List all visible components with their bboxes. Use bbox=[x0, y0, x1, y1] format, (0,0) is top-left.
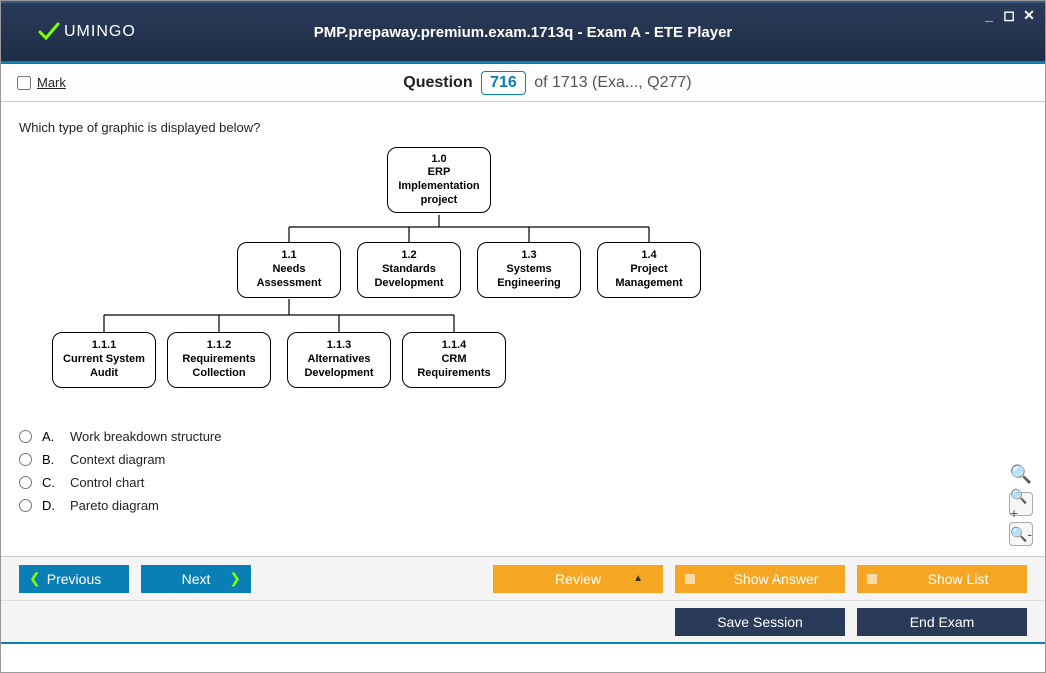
chevron-right-icon: ❯ bbox=[229, 570, 241, 587]
question-header: Mark Question 716 of 1713 (Exa..., Q277) bbox=[1, 64, 1045, 102]
node-1-1-3: 1.1.3 Alternatives Development bbox=[287, 332, 391, 388]
answer-option[interactable]: D. Pareto diagram bbox=[19, 494, 1027, 517]
question-word: Question bbox=[403, 74, 472, 91]
answer-text: Work breakdown structure bbox=[70, 429, 222, 444]
answer-option[interactable]: B. Context diagram bbox=[19, 448, 1027, 471]
brand-text: UMINGO bbox=[64, 23, 136, 41]
answer-radio-d[interactable] bbox=[19, 499, 32, 512]
answer-letter: C. bbox=[42, 475, 60, 490]
question-of: of 1713 (Exa..., Q277) bbox=[534, 74, 691, 91]
title-bar: UMINGO PMP.prepaway.premium.exam.1713q -… bbox=[1, 1, 1045, 61]
answer-letter: A. bbox=[42, 429, 60, 444]
answer-letter: D. bbox=[42, 498, 60, 513]
search-icon[interactable]: 🔍 bbox=[1009, 462, 1033, 486]
square-icon bbox=[867, 574, 877, 584]
wbs-diagram: 1.0 ERP Implementation project 1.1 Needs… bbox=[39, 147, 719, 407]
node-1-1-4: 1.1.4 CRM Requirements bbox=[402, 332, 506, 388]
answer-radio-a[interactable] bbox=[19, 430, 32, 443]
content-area: Which type of graphic is displayed below… bbox=[1, 102, 1045, 556]
footer-nav: ❮ Previous Next ❯ Review ▲ Show Answer S… bbox=[1, 556, 1045, 600]
review-button[interactable]: Review ▲ bbox=[493, 565, 663, 593]
answer-text: Context diagram bbox=[70, 452, 165, 467]
square-icon bbox=[685, 574, 695, 584]
save-session-button[interactable]: Save Session bbox=[675, 608, 845, 636]
triangle-up-icon: ▲ bbox=[633, 573, 643, 584]
brand-logo: UMINGO bbox=[36, 20, 136, 44]
close-icon[interactable]: ✕ bbox=[1021, 7, 1037, 24]
node-1-2: 1.2 Standards Development bbox=[357, 242, 461, 298]
node-1-1-1: 1.1.1 Current System Audit bbox=[52, 332, 156, 388]
show-list-button[interactable]: Show List bbox=[857, 565, 1027, 593]
show-answer-button[interactable]: Show Answer bbox=[675, 565, 845, 593]
answer-list: A. Work breakdown structure B. Context d… bbox=[19, 425, 1027, 517]
zoom-out-button[interactable]: 🔍- bbox=[1009, 522, 1033, 546]
node-1-1-2: 1.1.2 Requirements Collection bbox=[167, 332, 271, 388]
zoom-controls: 🔍 🔍+ 🔍- bbox=[1009, 462, 1033, 546]
answer-radio-c[interactable] bbox=[19, 476, 32, 489]
answer-option[interactable]: A. Work breakdown structure bbox=[19, 425, 1027, 448]
answer-text: Control chart bbox=[70, 475, 144, 490]
footer-session: Save Session End Exam bbox=[1, 600, 1045, 644]
mark-checkbox-wrap: Mark bbox=[17, 75, 66, 90]
node-1-4: 1.4 Project Management bbox=[597, 242, 701, 298]
chevron-left-icon: ❮ bbox=[29, 570, 41, 587]
answer-letter: B. bbox=[42, 452, 60, 467]
node-root: 1.0 ERP Implementation project bbox=[387, 147, 491, 213]
mark-checkbox[interactable] bbox=[17, 76, 31, 90]
end-exam-button[interactable]: End Exam bbox=[857, 608, 1027, 636]
answer-option[interactable]: C. Control chart bbox=[19, 471, 1027, 494]
node-1-3: 1.3 Systems Engineering bbox=[477, 242, 581, 298]
answer-radio-b[interactable] bbox=[19, 453, 32, 466]
node-1-1: 1.1 Needs Assessment bbox=[237, 242, 341, 298]
next-button[interactable]: Next ❯ bbox=[141, 565, 251, 593]
window-title: PMP.prepaway.premium.exam.1713q - Exam A… bbox=[314, 24, 733, 41]
question-number[interactable]: 716 bbox=[481, 71, 526, 95]
zoom-in-button[interactable]: 🔍+ bbox=[1009, 492, 1033, 516]
minimize-icon[interactable]: _ bbox=[981, 7, 997, 24]
previous-button[interactable]: ❮ Previous bbox=[19, 565, 129, 593]
answer-text: Pareto diagram bbox=[70, 498, 159, 513]
mark-label[interactable]: Mark bbox=[37, 75, 66, 90]
question-position: Question 716 of 1713 (Exa..., Q277) bbox=[66, 71, 1029, 95]
question-prompt: Which type of graphic is displayed below… bbox=[19, 120, 1027, 135]
maximize-icon[interactable]: ◻ bbox=[1001, 7, 1017, 24]
window-controls: _ ◻ ✕ bbox=[981, 7, 1037, 24]
checkmark-icon bbox=[36, 20, 60, 44]
